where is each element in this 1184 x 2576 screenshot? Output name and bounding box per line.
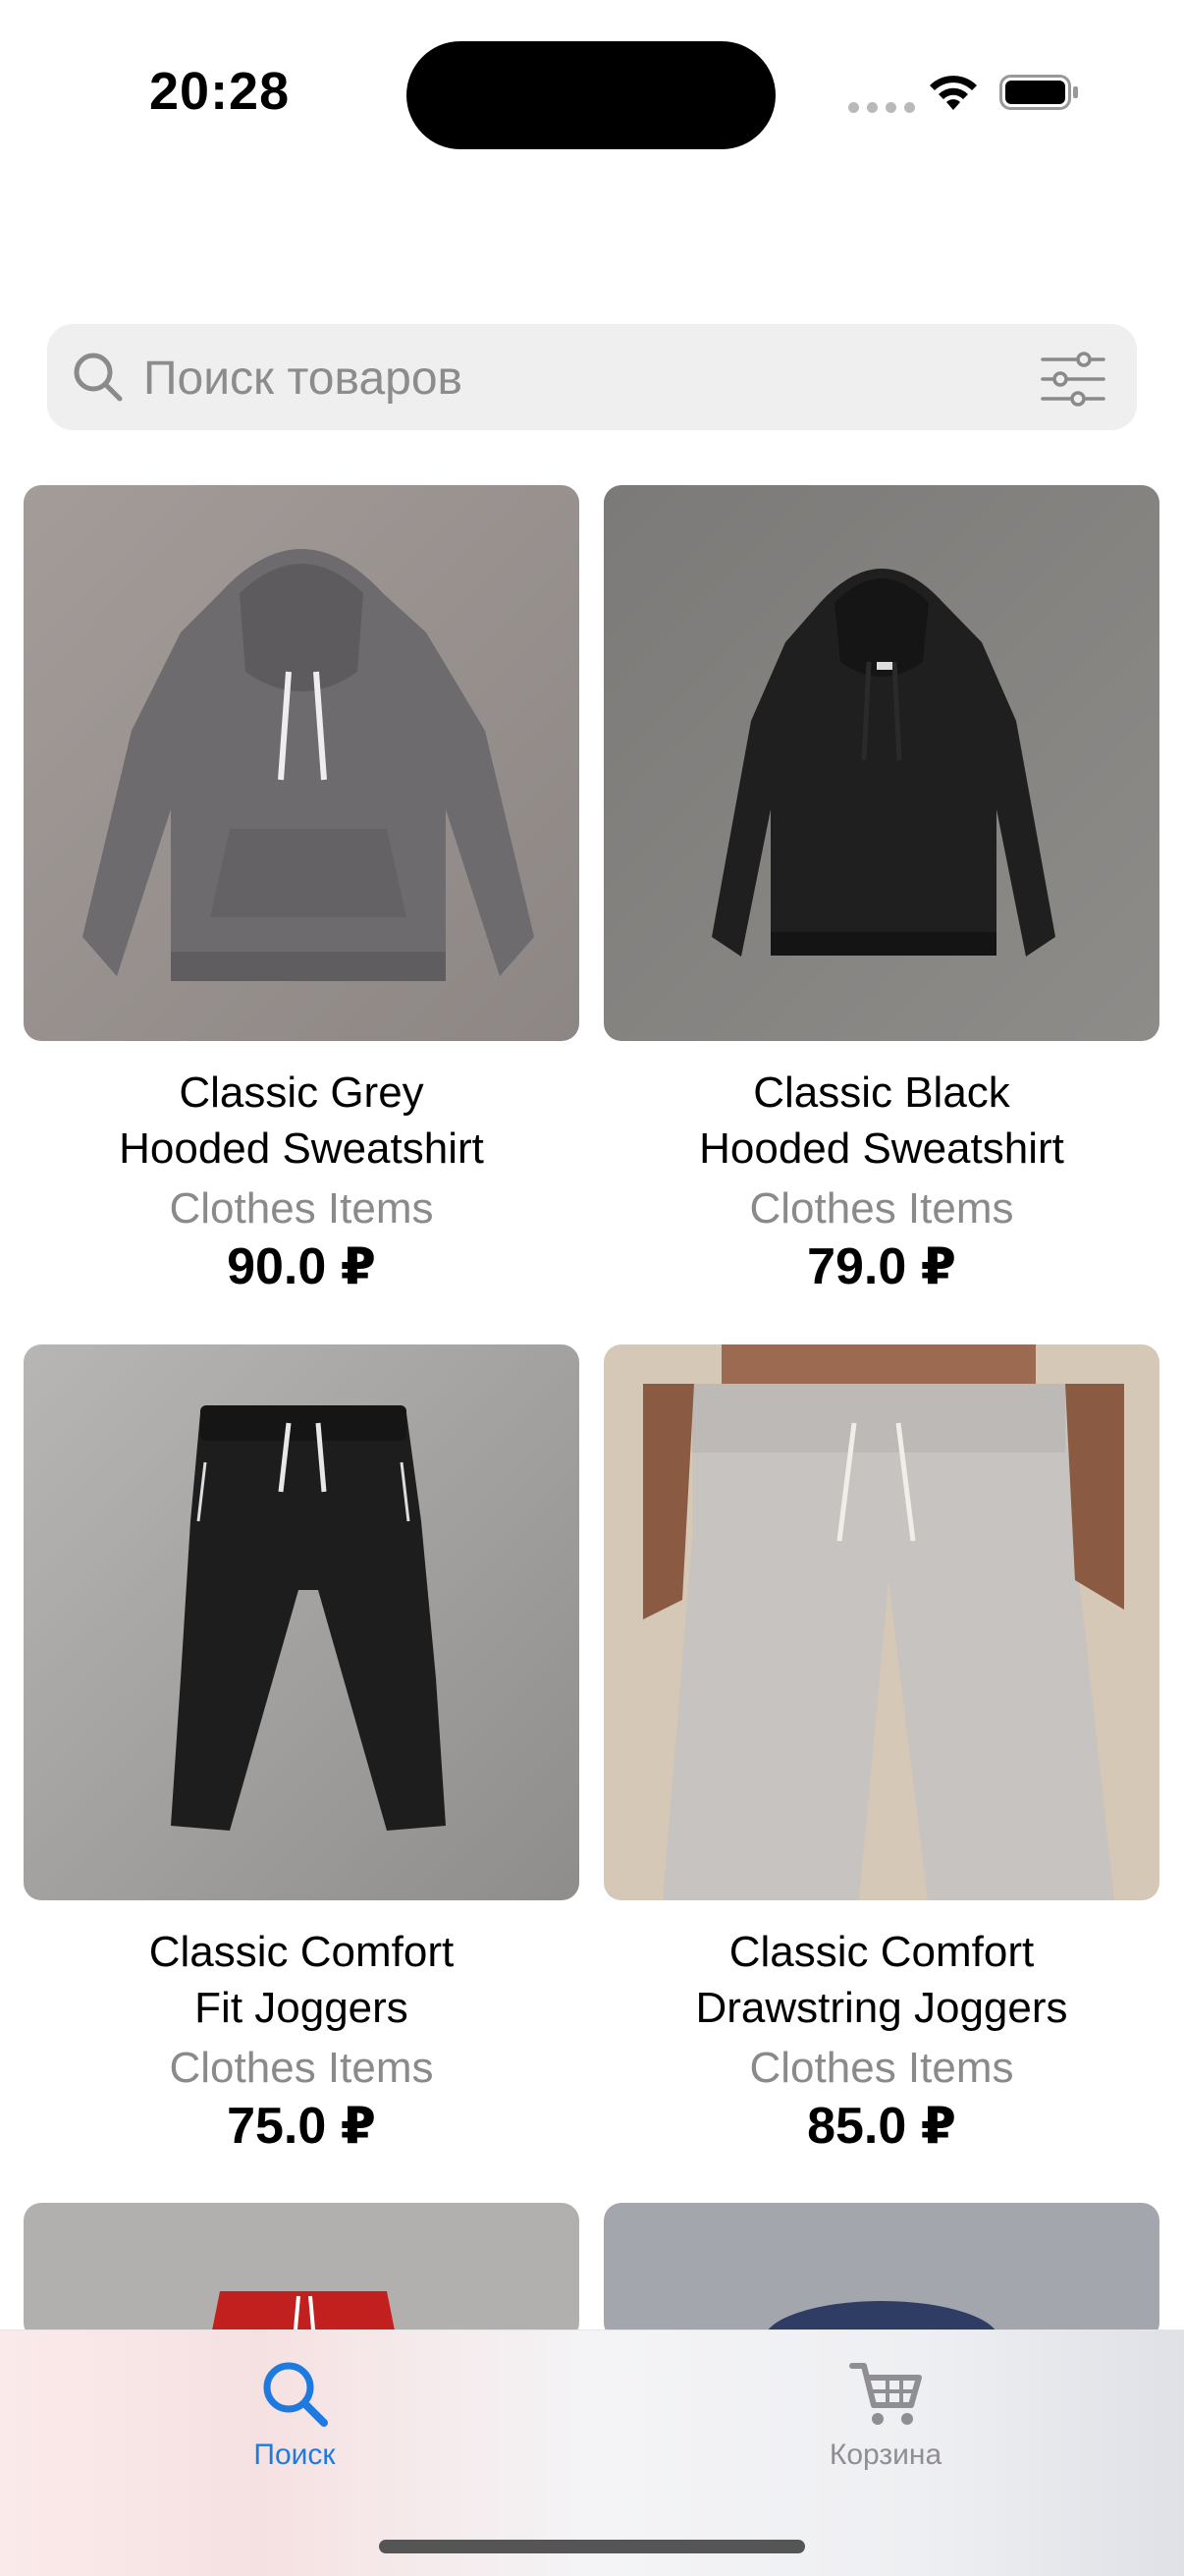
product-image (604, 1344, 1159, 1900)
product-card[interactable]: Classic Comfort Drawstring Joggers Cloth… (604, 1344, 1159, 2156)
product-image (24, 2203, 579, 2340)
search-icon (263, 2362, 328, 2427)
product-price: 90.0 ₽ (227, 1238, 376, 1295)
wifi-icon (930, 76, 977, 110)
tab-label: Поиск (253, 2439, 336, 2471)
product-card[interactable]: Classic Comfort Fit Joggers Clothes Item… (24, 1344, 579, 2156)
search-input[interactable] (141, 342, 1009, 414)
product-category: Clothes Items (169, 2044, 434, 2092)
product-price: 75.0 ₽ (227, 2098, 376, 2155)
product-card[interactable]: Classic Black Hooded Sweatshirt Clothes … (604, 485, 1159, 1296)
product-price: 79.0 ₽ (807, 1238, 956, 1295)
product-category: Clothes Items (749, 1184, 1014, 1233)
product-name: Classic Comfort Fit Joggers (148, 1928, 455, 2032)
tab-cart[interactable]: Корзина (758, 2356, 1013, 2484)
product-name: Classic Comfort Drawstring Joggers (695, 1928, 1068, 2032)
cart-icon (849, 2363, 922, 2425)
product-name: Classic Grey Hooded Sweatshirt (119, 1069, 484, 1173)
product-price: 85.0 ₽ (807, 2098, 956, 2155)
battery-icon (999, 75, 1078, 110)
product-card[interactable] (604, 2203, 1159, 2340)
cellular-signal-icon (848, 102, 915, 113)
product-category: Clothes Items (749, 2044, 1014, 2092)
product-image (24, 485, 579, 1041)
product-card[interactable] (24, 2203, 579, 2340)
filter-sliders-icon[interactable] (1039, 350, 1107, 409)
search-icon (74, 353, 123, 402)
status-bar: 20:28 (0, 0, 1184, 187)
dynamic-island (406, 41, 776, 149)
tab-label: Корзина (829, 2439, 942, 2471)
status-time: 20:28 (149, 62, 291, 121)
product-category: Clothes Items (169, 1184, 434, 1233)
tab-search[interactable]: Поиск (167, 2356, 422, 2484)
product-name: Classic Black Hooded Sweatshirt (699, 1069, 1064, 1173)
product-card[interactable]: Classic Grey Hooded Sweatshirt Clothes I… (24, 485, 579, 1296)
product-image (604, 2203, 1159, 2340)
search-bar[interactable] (47, 324, 1137, 430)
product-image (604, 485, 1159, 1041)
product-image (24, 1344, 579, 1900)
home-indicator (379, 2540, 805, 2553)
